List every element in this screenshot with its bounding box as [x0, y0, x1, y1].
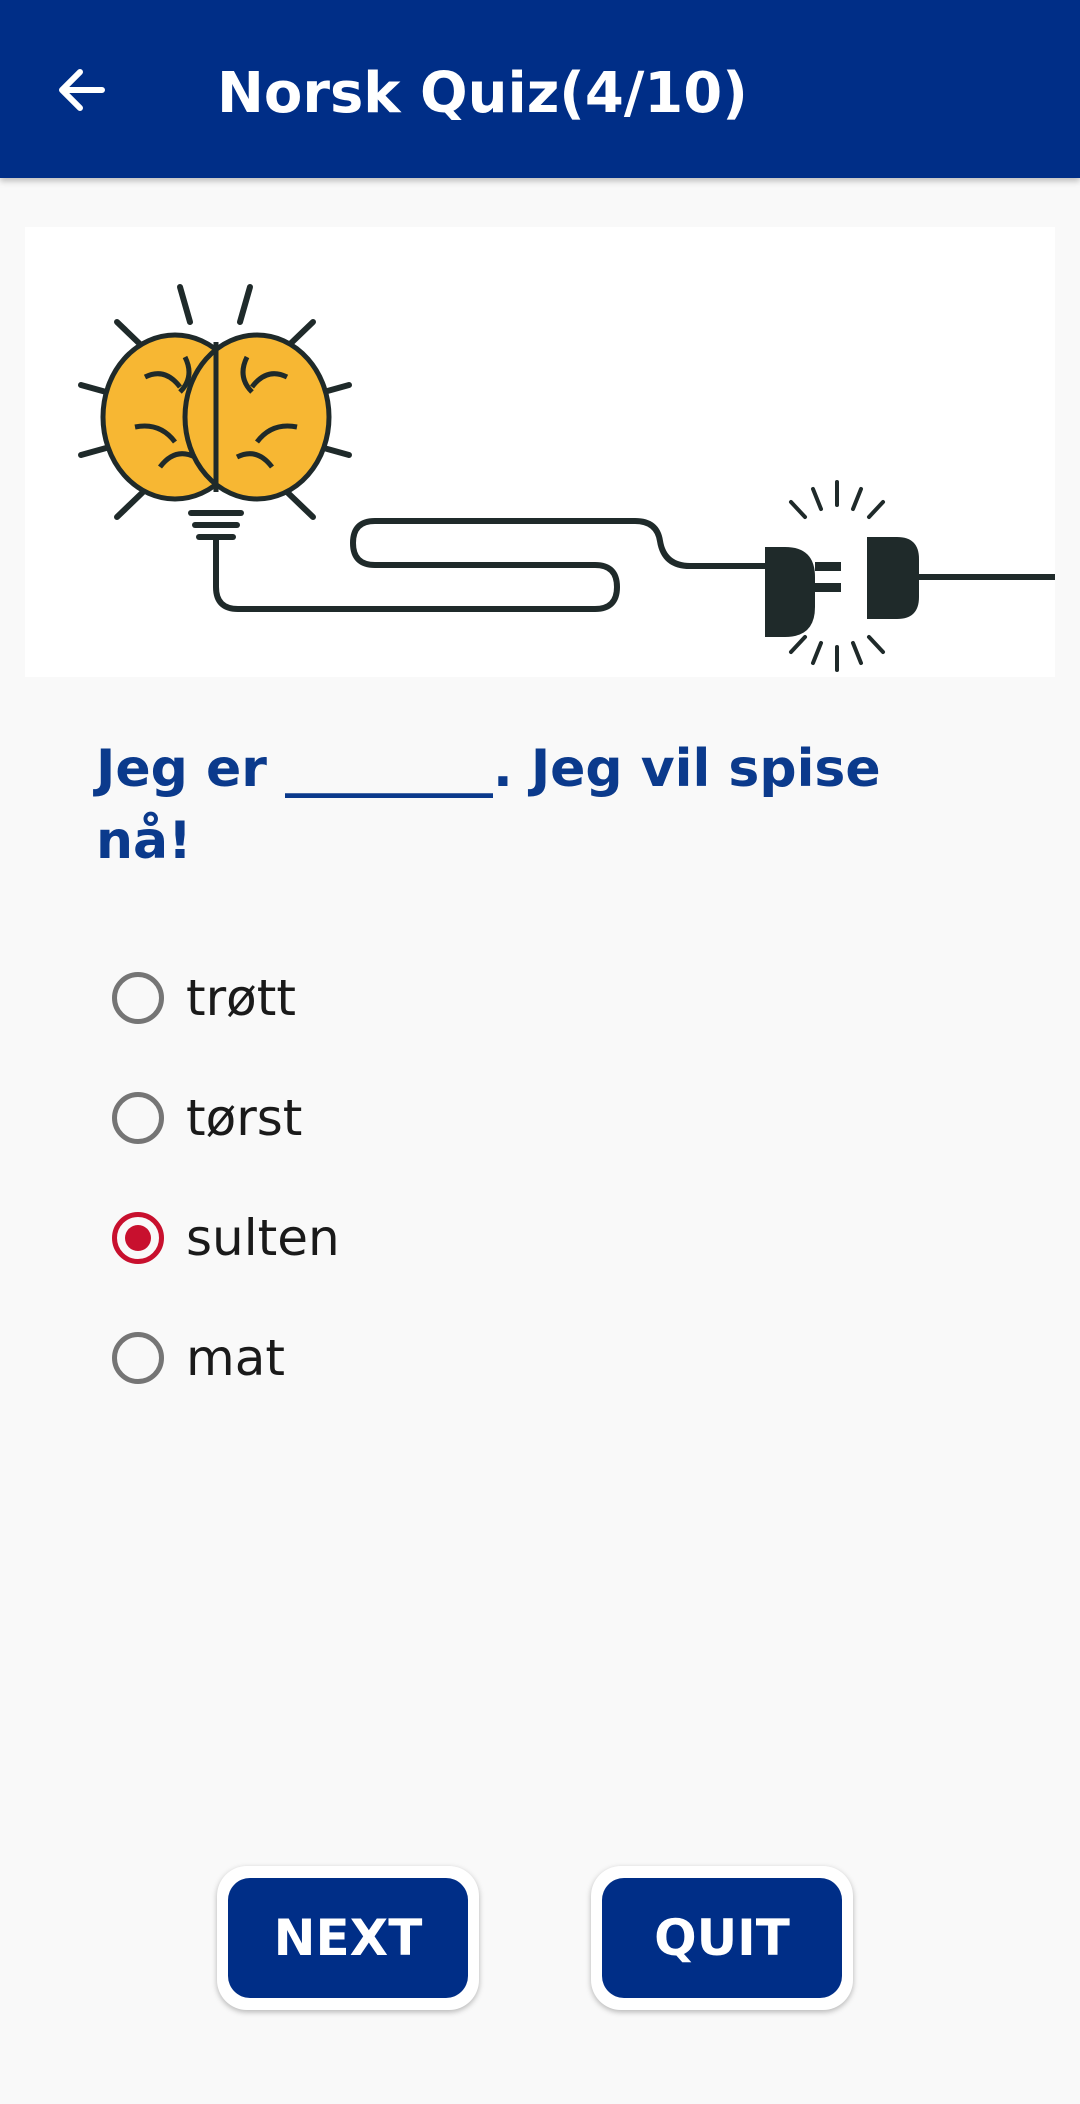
brain-lightbulb-plug-icon	[78, 284, 1055, 672]
back-button[interactable]	[44, 52, 120, 128]
question-text: Jeg er ________. Jeg vil spise nå!	[96, 739, 881, 871]
app-bar: Norsk Quiz(4/10)	[0, 0, 1080, 178]
hero-image	[25, 227, 1055, 677]
next-button-frame: NEXT	[217, 1866, 479, 2010]
radio-button[interactable]	[112, 1332, 164, 1384]
option-torst[interactable]: tørst	[112, 1058, 812, 1178]
answer-options: trøtt tørst sulten mat	[112, 938, 812, 1418]
option-label: tørst	[186, 1089, 303, 1147]
radio-button-selected[interactable]	[112, 1212, 164, 1264]
quit-button[interactable]: QUIT	[602, 1878, 842, 1998]
option-label: mat	[186, 1329, 285, 1387]
quit-button-frame: QUIT	[591, 1866, 853, 2010]
arrow-left-icon	[59, 69, 105, 111]
option-sulten[interactable]: sulten	[112, 1178, 812, 1298]
radio-button[interactable]	[112, 1092, 164, 1144]
radio-dot	[125, 1225, 151, 1251]
next-button[interactable]: NEXT	[228, 1878, 468, 1998]
option-mat[interactable]: mat	[112, 1298, 812, 1418]
radio-button[interactable]	[112, 972, 164, 1024]
option-trott[interactable]: trøtt	[112, 938, 812, 1058]
option-label: sulten	[186, 1209, 340, 1267]
option-label: trøtt	[186, 969, 296, 1027]
page-title: Norsk Quiz(4/10)	[217, 61, 748, 126]
